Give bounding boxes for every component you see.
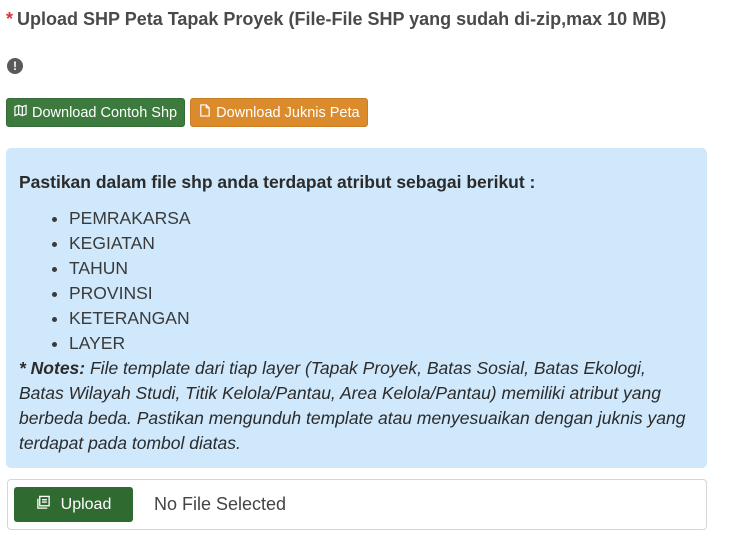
upload-button-label: Upload [60, 495, 112, 513]
map-icon [14, 104, 27, 121]
notes-body: File template dari tiap layer (Tapak Pro… [19, 358, 686, 453]
download-buttons: Download Contoh Shp Download Juknis Peta [6, 98, 368, 127]
upload-icon [36, 495, 51, 515]
attribute-item: KEGIATAN [69, 231, 694, 256]
document-icon [198, 104, 211, 121]
info-icon[interactable]: ! [7, 58, 23, 74]
upload-title-text: Upload SHP Peta Tapak Proyek (File-File … [17, 9, 667, 29]
download-sample-shp-button[interactable]: Download Contoh Shp [6, 98, 186, 127]
download-guide-button[interactable]: Download Juknis Peta [190, 98, 368, 127]
file-status-text: No File Selected [154, 494, 287, 514]
attribute-notice-box: Pastikan dalam file shp anda terdapat at… [6, 148, 707, 468]
upload-button[interactable]: Upload [14, 487, 133, 522]
notes-label: * Notes: [19, 358, 86, 378]
attribute-item: PROVINSI [69, 281, 694, 306]
attribute-item: KETERANGAN [69, 306, 694, 331]
download-guide-label: Download Juknis Peta [216, 104, 360, 121]
file-upload-field: Upload No File Selected [7, 479, 707, 530]
notes-paragraph: * Notes: File template dari tiap layer (… [19, 356, 694, 456]
required-marker: * [6, 9, 14, 29]
download-sample-label: Download Contoh Shp [32, 104, 178, 121]
attribute-item: PEMRAKARSA [69, 206, 694, 231]
attribute-item: LAYER [69, 331, 694, 356]
attribute-list: PEMRAKARSA KEGIATAN TAHUN PROVINSI KETER… [19, 206, 694, 356]
attribute-item: TAHUN [69, 256, 694, 281]
notice-heading: Pastikan dalam file shp anda terdapat at… [19, 172, 536, 192]
upload-field-title: * Upload SHP Peta Tapak Proyek (File-File… [6, 9, 726, 30]
